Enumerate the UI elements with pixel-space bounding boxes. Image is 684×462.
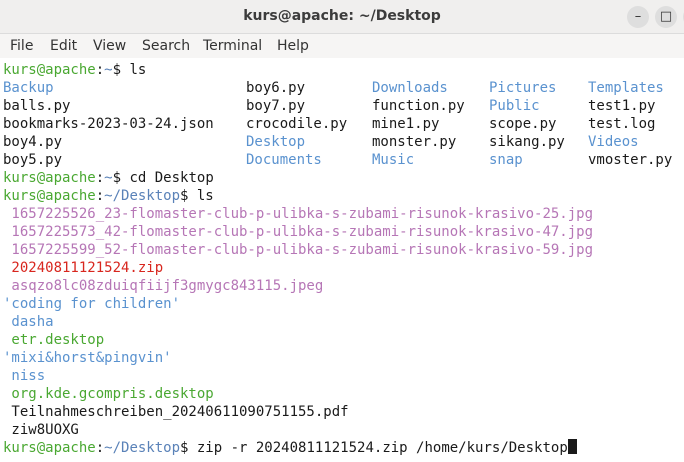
listing-item: mine1.py [372,116,440,132]
listing-item-directory: niss [3,368,46,384]
listing-row: boy5.py Documents Music snap vmoster.py [3,151,683,169]
listing-item: test1.py [588,98,656,114]
command-text: cd Desktop [121,170,214,186]
prompt-user: kurs@apache [3,188,96,204]
menu-view[interactable]: View [93,34,126,58]
listing-item-directory: 'mixi&horst&pingvin' [3,350,172,366]
listing-item: Desktop [246,134,306,150]
listing-item: Documents [246,152,322,168]
listing-item-image: asqzo8lc08zduiqfiijf3gmygc843115.jpeg [3,278,324,294]
listing-item: Music [372,152,415,168]
listing-item: crocodile.py [246,116,348,132]
listing-item: boy5.py [3,152,63,168]
listing-item: boy7.py [246,98,306,114]
listing-item: Downloads [372,80,448,96]
prompt-line: kurs@apache:~$ ls [3,61,146,79]
listing-item: Templates [588,80,664,96]
listing-item-image: 1657225526_23-flomaster-club-p-ulibka-s-… [3,206,594,222]
listing-row: bookmarks-2023-03-24.json crocodile.py m… [3,115,683,133]
command-text: ls [121,62,147,78]
menu-help[interactable]: Help [277,34,309,58]
prompt-dollar: $ [112,62,122,78]
listing-item: Public [489,98,540,114]
menu-search[interactable]: Search [142,34,190,58]
listing-item-file: Teilnahmeschreiben_20240611090751155.pdf [3,404,349,420]
listing-row: Backup boy6.py Downloads Pictures Templa… [3,79,683,97]
terminal-output[interactable]: kurs@apache:~$ ls Backup boy6.py Downloa… [0,59,684,462]
menu-edit[interactable]: Edit [50,34,77,58]
minimize-button[interactable]: – [627,6,649,28]
command-text: ls [188,188,214,204]
listing-item-directory: 'coding for children' [3,296,181,312]
prompt-user: kurs@apache [3,440,96,456]
prompt-colon: : [95,62,105,78]
listing-item: test.log [588,116,656,132]
prompt-path: ~ [104,170,113,186]
listing-item: vmoster.py [588,152,673,168]
command-line[interactable]: kurs@apache:~/Desktop$ zip -r 2024081112… [3,439,577,457]
listing-item-image: 1657225599_52-flomaster-club-p-ulibka-s-… [3,242,594,258]
menu-file[interactable]: File [10,34,33,58]
listing-row: boy4.py Desktop monster.py sikang.py Vid… [3,133,683,151]
prompt-path: ~ [104,62,113,78]
listing-item: Pictures [489,80,557,96]
prompt-user: kurs@apache [3,170,96,186]
prompt-dollar: $ [112,170,122,186]
listing-item: Videos [588,134,639,150]
listing-item: boy6.py [246,80,306,96]
listing-item-file: ziw8UOXG [3,422,79,438]
prompt-line: kurs@apache:~$ cd Desktop [3,169,214,187]
listing-item-archive: 20240811121524.zip [3,260,164,276]
listing-row: balls.py boy7.py function.py Public test… [3,97,683,115]
text-cursor [567,439,577,454]
command-input[interactable]: zip -r 20240811121524.zip /home/kurs/Des… [188,440,568,456]
prompt-colon: : [95,440,105,456]
prompt-user: kurs@apache [3,62,96,78]
listing-item: sikang.py [489,134,565,150]
prompt-path: ~/Desktop [104,440,181,456]
listing-item: boy4.py [3,134,63,150]
listing-item: scope.py [489,116,557,132]
menu-bar: File Edit View Search Terminal Help [0,34,684,58]
maximize-button[interactable]: □ [655,6,677,28]
listing-item: function.py [372,98,465,114]
prompt-colon: : [95,170,105,186]
listing-item-directory: dasha [3,314,54,330]
menu-terminal[interactable]: Terminal [203,34,262,58]
listing-item-desktop-file: org.kde.gcompris.desktop [3,386,214,402]
listing-item-image: 1657225573_42-flomaster-club-p-ulibka-s-… [3,224,594,240]
prompt-colon: : [95,188,105,204]
listing-item: bookmarks-2023-03-24.json [3,116,214,132]
listing-item: balls.py [3,98,71,114]
window-title: kurs@apache: ~/Desktop [243,8,441,24]
prompt-path: ~/Desktop [104,188,181,204]
listing-item: Backup [3,80,54,96]
listing-item: monster.py [372,134,457,150]
title-bar: kurs@apache: ~/Desktop – □ ✕ [0,0,684,34]
listing-item-desktop-file: etr.desktop [3,332,105,348]
listing-item: snap [489,152,523,168]
prompt-line: kurs@apache:~/Desktop$ ls [3,187,214,205]
